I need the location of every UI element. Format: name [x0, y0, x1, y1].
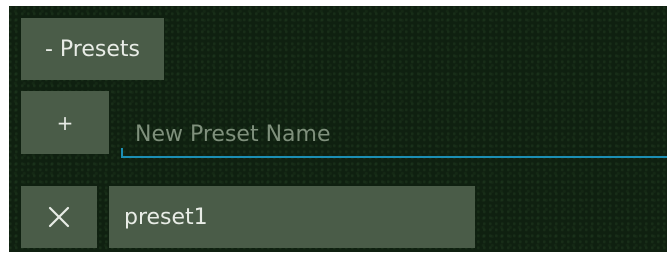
presets-panel: - Presets + preset1	[9, 6, 667, 252]
close-icon	[48, 206, 70, 228]
delete-preset-button[interactable]	[21, 186, 97, 248]
preset-item[interactable]: preset1	[109, 186, 475, 248]
add-preset-button[interactable]: +	[21, 91, 109, 154]
presets-toggle-button[interactable]: - Presets	[21, 18, 164, 80]
new-preset-name-field-wrapper	[119, 112, 667, 157]
new-preset-name-input[interactable]	[119, 112, 667, 157]
input-underline-tick	[121, 148, 123, 158]
input-underline	[121, 156, 667, 158]
